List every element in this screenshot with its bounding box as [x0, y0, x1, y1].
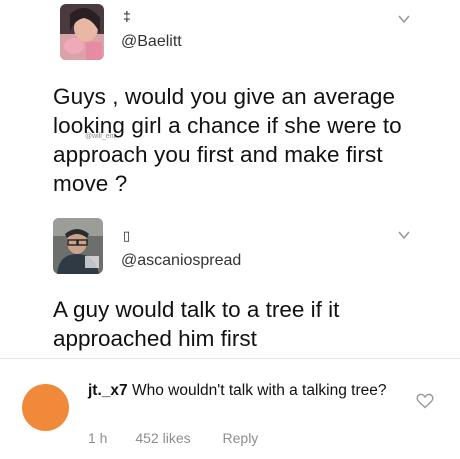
- tweet2-avatar[interactable]: [53, 218, 103, 274]
- tweet2-display-name: ▯: [123, 228, 131, 243]
- heart-icon[interactable]: [416, 393, 434, 409]
- tweet2-avatar-photo: [53, 218, 103, 274]
- tweet1-avatar[interactable]: [60, 4, 104, 60]
- tweet1-text: Guys , would you give an average looking…: [53, 84, 402, 196]
- tweet2-text: A guy would talk to a tree if it approac…: [53, 297, 340, 351]
- tweet1-display-name: ‡: [123, 8, 131, 24]
- comment-text: Who wouldn't talk with a talking tree?: [131, 382, 387, 399]
- comment-body: jt._x7 Who wouldn't talk with a talking …: [88, 381, 408, 401]
- reply-button[interactable]: Reply: [223, 430, 259, 446]
- comment-avatar[interactable]: [22, 384, 69, 431]
- comment-time: 1 h: [88, 430, 108, 446]
- tweet2-handle[interactable]: @ascaniospread: [121, 252, 241, 270]
- comment-username[interactable]: jt._x7: [88, 382, 128, 399]
- chevron-down-icon[interactable]: [397, 228, 411, 242]
- watermark: @will_ent: [85, 133, 116, 140]
- chevron-down-icon[interactable]: [397, 12, 411, 26]
- tweet1-avatar-photo: [60, 4, 104, 60]
- comment-likes[interactable]: 452 likes: [135, 430, 190, 446]
- divider: [0, 358, 460, 359]
- comment-meta: 1 h 452 likes Reply: [88, 430, 282, 446]
- tweet1-handle[interactable]: @Baelitt: [121, 33, 182, 51]
